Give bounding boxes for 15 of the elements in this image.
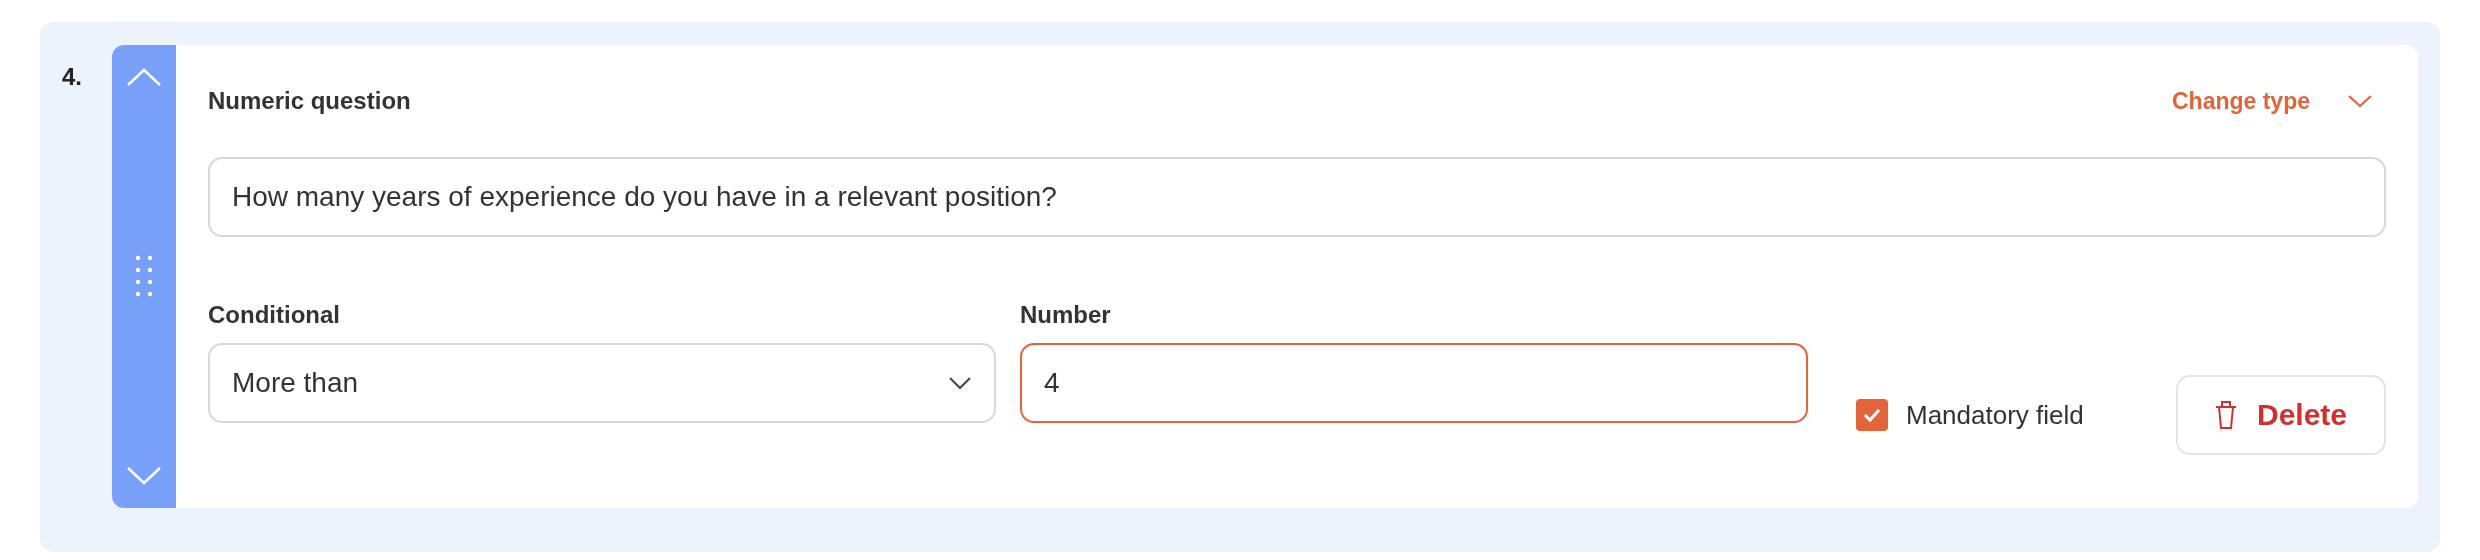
trash-icon: [2214, 400, 2237, 430]
conditional-label: Conditional: [208, 301, 341, 329]
drag-handle-icon[interactable]: [135, 254, 153, 299]
number-label: Number: [1020, 301, 1112, 329]
number-input[interactable]: 4: [1020, 343, 1808, 423]
question-type-label: Numeric question: [208, 87, 411, 115]
question-input[interactable]: How many years of experience do you have in a relevant position?: [208, 157, 2386, 237]
conditional-select[interactable]: More than: [208, 343, 996, 423]
chevron-down-icon: [948, 376, 972, 390]
delete-button[interactable]: Delete: [2176, 375, 2386, 455]
mandatory-label: Mandatory field: [1906, 399, 2084, 431]
mandatory-checkbox[interactable]: [1856, 399, 1888, 431]
question-number: 4.: [61, 62, 83, 92]
caret-icon: [2346, 93, 2374, 109]
checkmark-icon: [1862, 407, 1882, 423]
